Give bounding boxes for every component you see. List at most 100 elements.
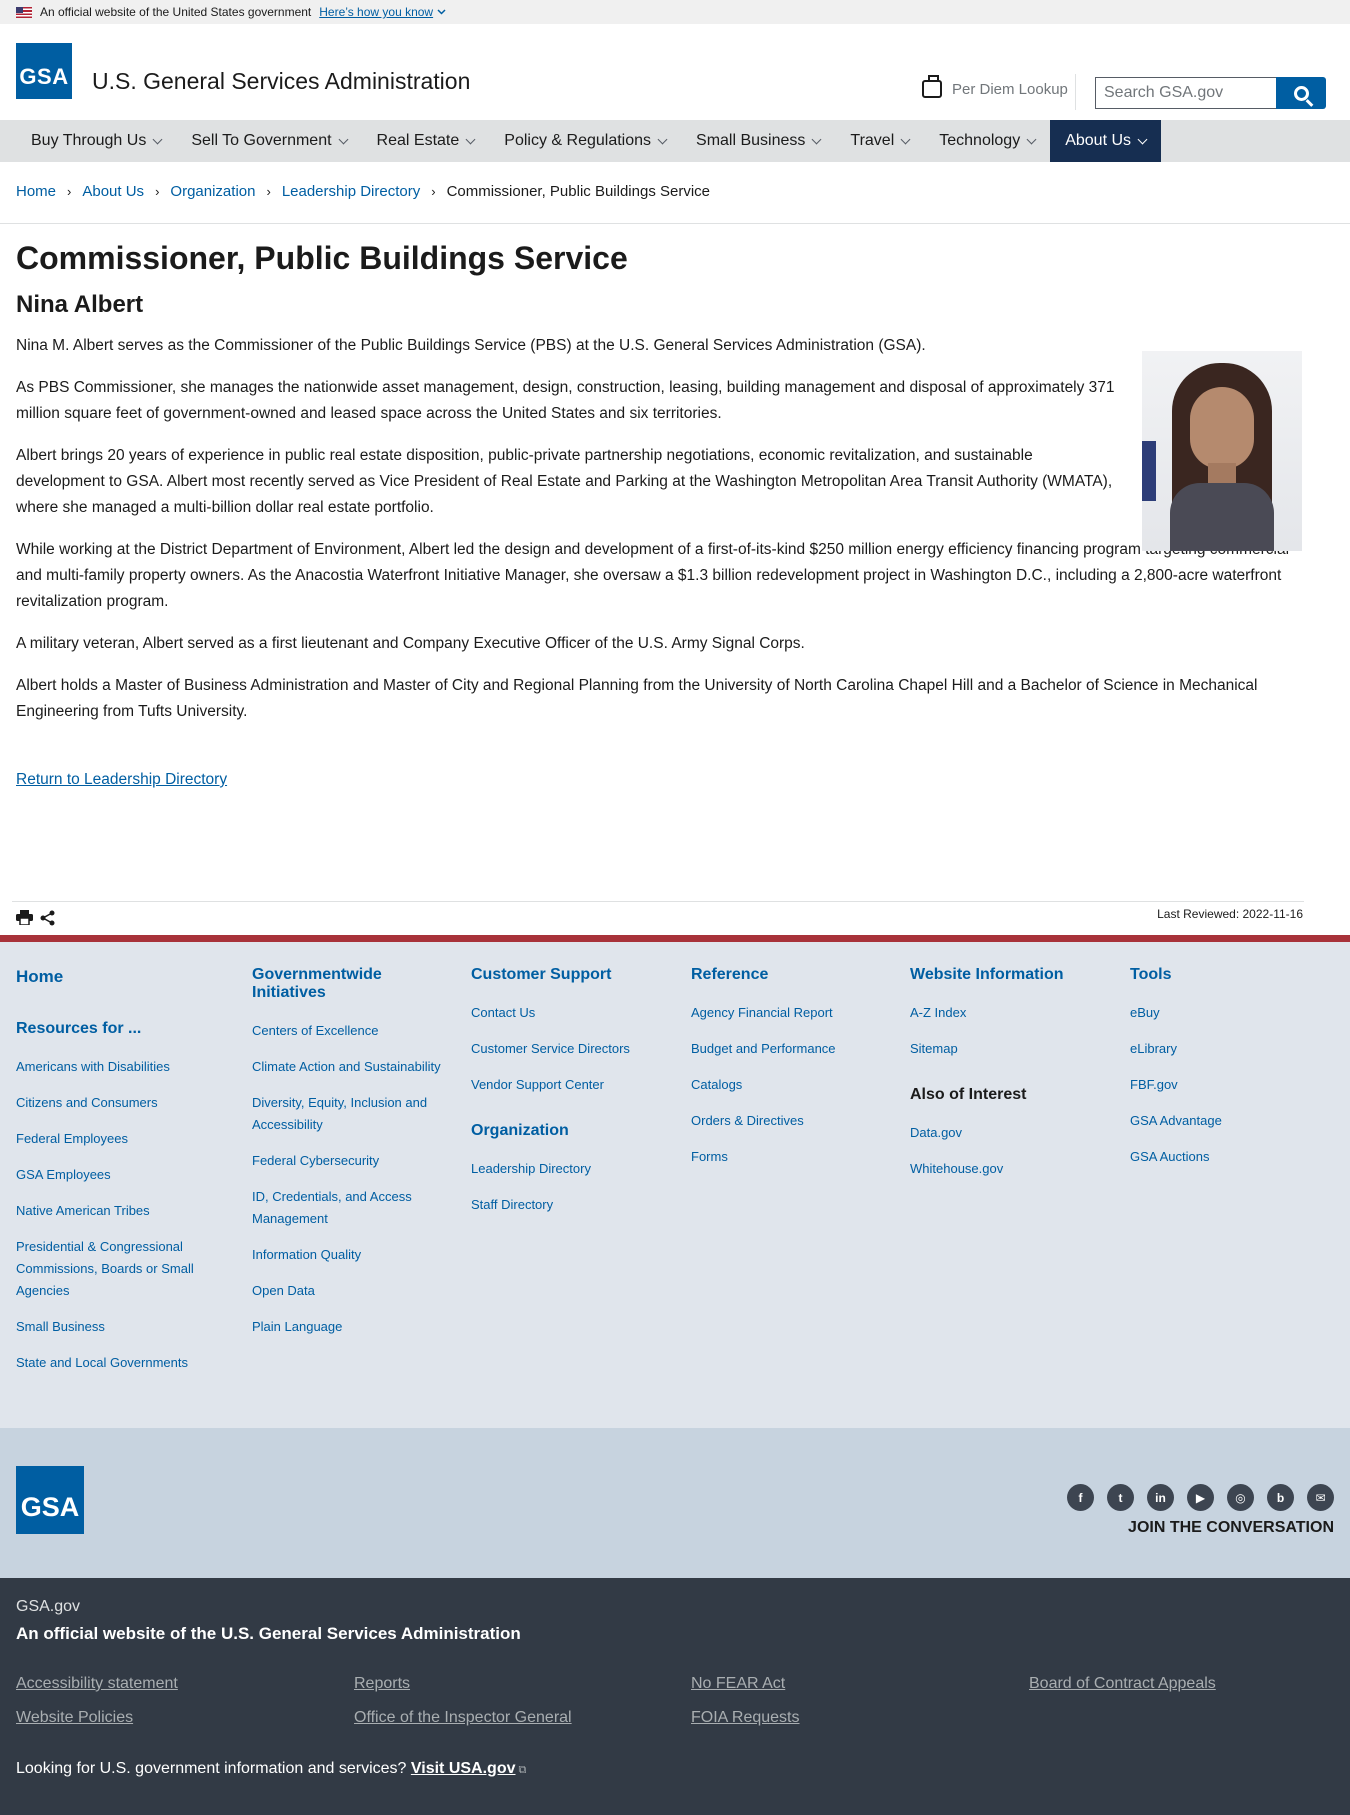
- footer-link[interactable]: Data.gov: [910, 1122, 1100, 1144]
- search-button[interactable]: [1276, 77, 1326, 109]
- breadcrumb-leadership-directory[interactable]: Leadership Directory: [282, 183, 420, 200]
- footer-link[interactable]: Federal Employees: [16, 1128, 226, 1150]
- reports-link[interactable]: Reports: [354, 1675, 410, 1693]
- print-icon[interactable]: [16, 910, 33, 925]
- no-fear-act-link[interactable]: No FEAR Act: [691, 1675, 785, 1693]
- board-of-contract-appeals-link[interactable]: Board of Contract Appeals: [1029, 1675, 1216, 1693]
- accessibility-statement-link[interactable]: Accessibility statement: [16, 1675, 178, 1693]
- person-name: Nina Albert: [16, 291, 144, 318]
- divider: [12, 901, 1304, 902]
- heres-how-you-know-link[interactable]: Here’s how you know: [319, 5, 446, 19]
- bio-paragraph: While working at the District Department…: [16, 541, 1290, 610]
- footer-link[interactable]: Open Data: [252, 1280, 442, 1302]
- footer-home-link[interactable]: Home: [16, 966, 226, 988]
- footer-link[interactable]: Native American Tribes: [16, 1200, 226, 1222]
- chevron-right-icon: ›: [155, 184, 160, 199]
- youtube-icon[interactable]: ▶: [1187, 1484, 1214, 1511]
- breadcrumb-about-us[interactable]: About Us: [82, 183, 144, 200]
- footer-col-governmentwide: Governmentwide Initiatives Centers of Ex…: [252, 966, 442, 1352]
- nav-policy-regulations[interactable]: Policy & Regulations: [489, 120, 681, 162]
- share-icon[interactable]: [40, 910, 55, 926]
- nav-travel[interactable]: Travel: [835, 120, 924, 162]
- footer-link[interactable]: Plain Language: [252, 1316, 442, 1338]
- site-title[interactable]: U.S. General Services Administration: [92, 68, 470, 95]
- suitcase-icon: [922, 75, 942, 98]
- nav-label: Buy Through Us: [31, 132, 147, 149]
- footer-link[interactable]: eBuy: [1130, 1002, 1320, 1024]
- footer-link[interactable]: FBF.gov: [1130, 1074, 1320, 1096]
- footer-link[interactable]: Forms: [691, 1146, 881, 1168]
- nav-about-us[interactable]: About Us: [1050, 120, 1162, 162]
- inspector-general-link[interactable]: Office of the Inspector General: [354, 1709, 572, 1727]
- social-links: f t in ▶ ◎ b ✉: [1067, 1484, 1334, 1511]
- facebook-icon[interactable]: f: [1067, 1484, 1094, 1511]
- usa-gov-text: Looking for U.S. government information …: [16, 1760, 526, 1778]
- footer-links-section: Home Resources for ... Americans with Di…: [0, 942, 1350, 1428]
- footer-link[interactable]: ID, Credentials, and Access Management: [252, 1186, 442, 1230]
- main-content: Commissioner, Public Buildings Service N…: [16, 240, 1306, 789]
- nav-small-business[interactable]: Small Business: [681, 120, 835, 162]
- footer-link[interactable]: Citizens and Consumers: [16, 1092, 226, 1114]
- footer-link[interactable]: Customer Service Directors: [471, 1038, 661, 1060]
- footer-link[interactable]: Contact Us: [471, 1002, 661, 1024]
- footer-gsa-logo[interactable]: GSA: [16, 1466, 84, 1534]
- search-input[interactable]: [1095, 77, 1276, 109]
- footer-link[interactable]: A-Z Index: [910, 1002, 1100, 1024]
- per-diem-lookup-link[interactable]: Per Diem Lookup: [922, 75, 1068, 98]
- footer-link[interactable]: Centers of Excellence: [252, 1020, 442, 1042]
- footer-link[interactable]: Staff Directory: [471, 1194, 661, 1216]
- footer-col-tools: Tools eBuy eLibrary FBF.gov GSA Advantag…: [1130, 966, 1320, 1182]
- footer-link[interactable]: Orders & Directives: [691, 1110, 881, 1132]
- footer-col-support: Customer Support Contact Us Customer Ser…: [471, 966, 661, 1230]
- footer-link[interactable]: GSA Advantage: [1130, 1110, 1320, 1132]
- nav-buy-through-us[interactable]: Buy Through Us: [16, 120, 176, 162]
- blog-icon[interactable]: b: [1267, 1484, 1294, 1511]
- footer-link[interactable]: Federal Cybersecurity: [252, 1150, 442, 1172]
- chevron-right-icon: ›: [266, 184, 271, 199]
- breadcrumb-organization[interactable]: Organization: [170, 183, 255, 200]
- footer-link[interactable]: Americans with Disabilities: [16, 1056, 226, 1078]
- footer-link[interactable]: Small Business: [16, 1316, 226, 1338]
- nav-real-estate[interactable]: Real Estate: [362, 120, 490, 162]
- linkedin-icon[interactable]: in: [1147, 1484, 1174, 1511]
- footer-link[interactable]: Presidential & Congressional Commissions…: [16, 1236, 226, 1302]
- footer-link[interactable]: Information Quality: [252, 1244, 442, 1266]
- twitter-icon[interactable]: t: [1107, 1484, 1134, 1511]
- nav-technology[interactable]: Technology: [924, 120, 1050, 162]
- gsa-logo[interactable]: GSA: [16, 43, 72, 99]
- chevron-down-icon: [437, 9, 446, 15]
- return-to-leadership-directory-link[interactable]: Return to Leadership Directory: [16, 771, 227, 789]
- footer-link[interactable]: Leadership Directory: [471, 1158, 661, 1180]
- chevron-down-icon: [811, 134, 822, 144]
- email-icon[interactable]: ✉: [1307, 1484, 1334, 1511]
- website-policies-link[interactable]: Website Policies: [16, 1709, 133, 1727]
- footer-link[interactable]: GSA Auctions: [1130, 1146, 1320, 1168]
- footer-link[interactable]: GSA Employees: [16, 1164, 226, 1186]
- footer-official-text: An official website of the U.S. General …: [16, 1624, 521, 1643]
- bio-paragraph: Albert holds a Master of Business Admini…: [16, 677, 1258, 720]
- footer-link[interactable]: Budget and Performance: [691, 1038, 881, 1060]
- footer-link[interactable]: Whitehouse.gov: [910, 1158, 1100, 1180]
- footer-link[interactable]: eLibrary: [1130, 1038, 1320, 1060]
- nav-sell-to-government[interactable]: Sell To Government: [176, 120, 361, 162]
- footer-heading: Website Information: [910, 966, 1064, 983]
- footer-link[interactable]: Catalogs: [691, 1074, 881, 1096]
- footer-heading: Organization: [471, 1122, 569, 1139]
- footer-link[interactable]: Sitemap: [910, 1038, 1100, 1060]
- footer-link[interactable]: Climate Action and Sustainability: [252, 1056, 442, 1078]
- footer-link[interactable]: State and Local Governments: [16, 1352, 226, 1374]
- chevron-down-icon: [465, 134, 476, 144]
- footer-link[interactable]: Agency Financial Report: [691, 1002, 881, 1024]
- visit-usa-gov-link[interactable]: Visit USA.gov: [411, 1760, 516, 1777]
- foia-requests-link[interactable]: FOIA Requests: [691, 1709, 800, 1727]
- search-icon: [1293, 85, 1309, 101]
- usa-gov-prompt: Looking for U.S. government information …: [16, 1760, 407, 1777]
- chevron-right-icon: ›: [67, 184, 72, 199]
- gov-banner: An official website of the United States…: [0, 0, 1350, 24]
- chevron-right-icon: ›: [431, 184, 436, 199]
- footer-link[interactable]: Vendor Support Center: [471, 1074, 661, 1096]
- footer-link[interactable]: Diversity, Equity, Inclusion and Accessi…: [252, 1092, 442, 1136]
- instagram-icon[interactable]: ◎: [1227, 1484, 1254, 1511]
- breadcrumb-home[interactable]: Home: [16, 183, 56, 200]
- chevron-down-icon: [152, 134, 163, 144]
